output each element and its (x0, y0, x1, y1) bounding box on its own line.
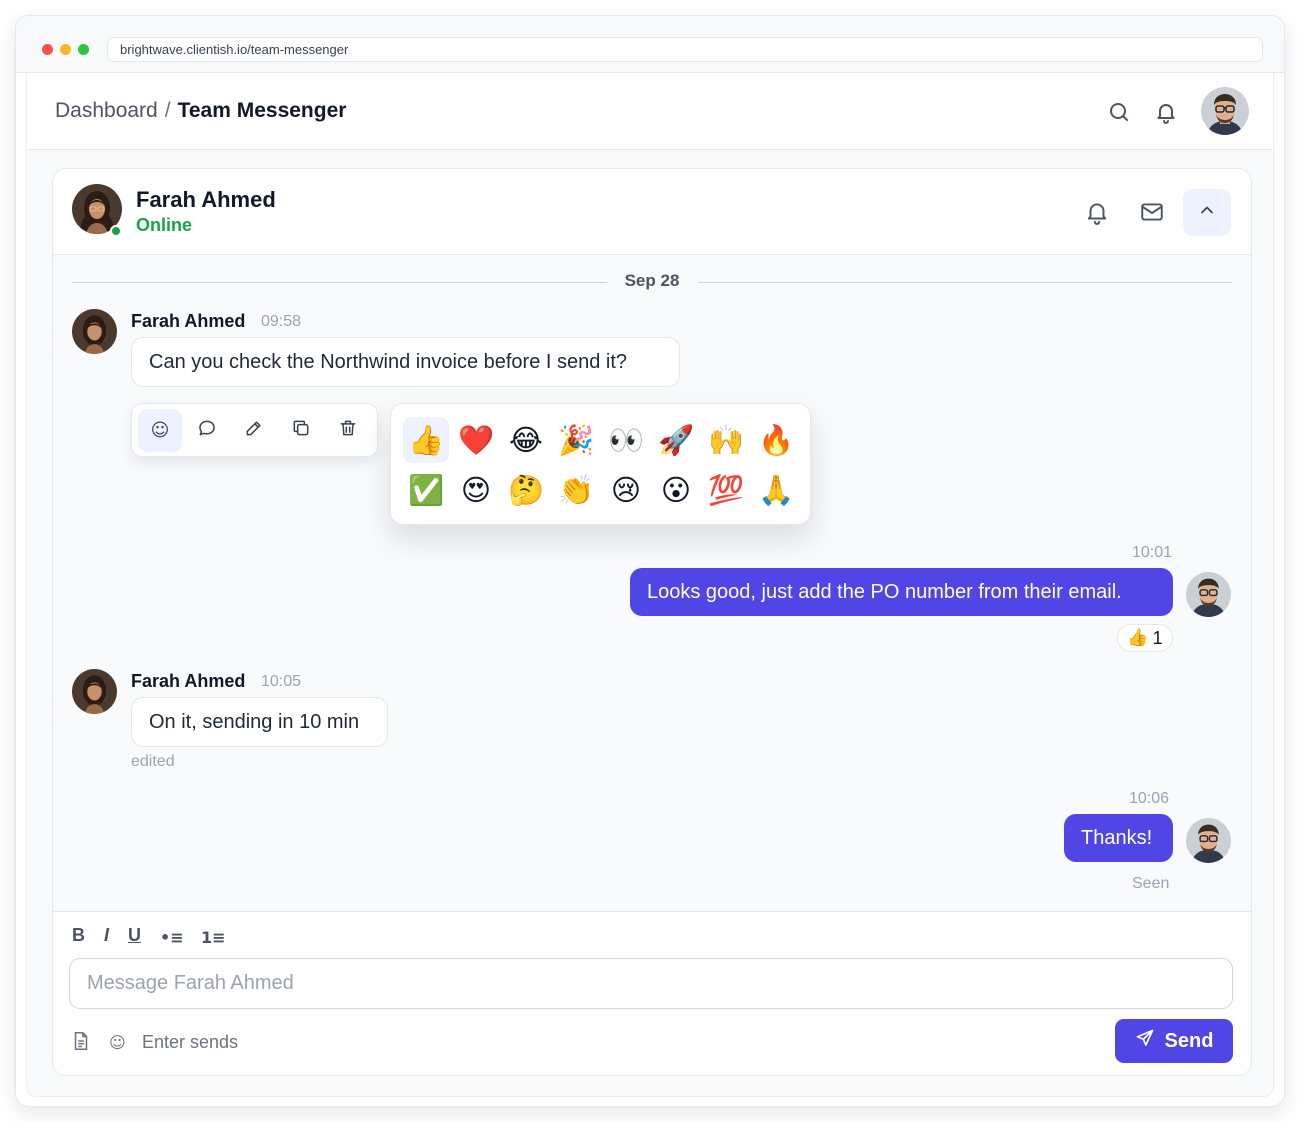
reaction-count: 1 (1152, 627, 1163, 648)
date-label: Sep 28 (624, 271, 680, 290)
bulleted-list-button[interactable]: •≡ (160, 928, 184, 952)
message-time: 10:01 (1132, 544, 1173, 561)
emoji-option[interactable]: 👏 (553, 467, 599, 513)
top-bar: Dashboard / Team Messenger (27, 73, 1273, 150)
reaction-emoji: 👍 (1127, 628, 1149, 648)
italic-button[interactable]: I (104, 925, 109, 949)
emoji-option[interactable]: ✅ (403, 467, 449, 513)
edit-icon (244, 418, 264, 443)
emoji-option[interactable]: 🎉 (553, 417, 599, 463)
trash-icon (338, 418, 358, 443)
react-button[interactable]: ☺ (138, 409, 182, 452)
emoji-option[interactable]: 🔥 (753, 417, 799, 463)
message-bubble[interactable]: On it, sending in 10 min (131, 697, 388, 747)
contact-status: Online (136, 215, 193, 235)
emoji-option[interactable]: 😍 (453, 467, 499, 513)
breadcrumb: Dashboard / Team Messenger (55, 99, 346, 123)
message-bubble-own[interactable]: Thanks! (1064, 814, 1173, 862)
message-sender: Farah Ahmed (131, 671, 246, 691)
edited-label: edited (131, 753, 175, 770)
emoji-option[interactable]: 😮 (653, 467, 699, 513)
emoji-option[interactable]: 🙏 (753, 467, 799, 513)
divider-line-right (698, 282, 1232, 283)
breadcrumb-separator: / (164, 99, 171, 122)
bold-button[interactable]: B (72, 925, 85, 949)
app-frame: Dashboard / Team Messenger Farah Ahmed Onl… (26, 73, 1274, 1097)
reply-icon (197, 418, 217, 443)
own-avatar[interactable] (1186, 818, 1231, 863)
emoji-option[interactable]: 😂 (503, 417, 549, 463)
enter-sends-hint: Enter sends (142, 1032, 239, 1052)
conversation-header: Farah Ahmed Online (53, 169, 1251, 255)
reply-button[interactable] (185, 409, 229, 452)
maximize-window-dot[interactable] (78, 44, 89, 55)
edit-button[interactable] (232, 409, 276, 452)
message-time: 10:06 (1129, 790, 1170, 807)
send-button[interactable]: Send (1115, 1019, 1233, 1063)
copy-icon (291, 418, 311, 443)
attach-file-icon[interactable] (70, 1030, 92, 1057)
message-input[interactable] (69, 958, 1233, 1009)
own-avatar[interactable] (1186, 572, 1231, 617)
chevron-up-icon (1197, 200, 1217, 225)
message-bubble[interactable]: Can you check the Northwind invoice befo… (131, 337, 680, 387)
send-label: Send (1164, 1029, 1214, 1052)
browser-chrome: brightwave.clientish.io/team-messenger (16, 16, 1284, 73)
reaction-pill[interactable]: 👍 1 (1117, 624, 1173, 652)
mail-icon[interactable] (1139, 199, 1165, 225)
emoji-picker: 👍 ❤️ 😂 🎉 👀 🚀 🙌 🔥 ✅ 😍 🤔 👏 😢 😮 💯 🙏 (390, 403, 811, 525)
user-avatar[interactable] (1201, 87, 1249, 135)
message-actions-toolbar: ☺ (131, 403, 378, 457)
address-bar[interactable]: brightwave.clientish.io/team-messenger (107, 37, 1263, 62)
message-time: 10:05 (261, 673, 302, 690)
emoji-option[interactable]: 👍 (403, 417, 449, 463)
emoji-option[interactable]: 🚀 (653, 417, 699, 463)
sender-avatar[interactable] (72, 669, 117, 714)
breadcrumb-dashboard[interactable]: Dashboard (55, 99, 158, 122)
browser-window: brightwave.clientish.io/team-messenger D… (15, 15, 1285, 1107)
bell-icon[interactable] (1084, 199, 1110, 225)
numbered-list-button[interactable]: 1≡ (201, 928, 226, 952)
contact-name: Farah Ahmed (136, 187, 276, 212)
message-time: 09:58 (261, 313, 302, 330)
sender-avatar[interactable] (72, 309, 117, 354)
emoji-option[interactable]: 🤔 (503, 467, 549, 513)
smiley-icon: ☺ (150, 420, 170, 441)
search-icon[interactable] (1107, 100, 1131, 124)
minimize-window-dot[interactable] (60, 44, 71, 55)
emoji-icon[interactable]: ☺ (109, 1033, 126, 1052)
date-divider: Sep 28 (72, 271, 1232, 293)
bell-icon[interactable] (1154, 100, 1178, 124)
delete-button[interactable] (326, 409, 370, 452)
copy-button[interactable] (279, 409, 323, 452)
emoji-option[interactable]: 👀 (603, 417, 649, 463)
emoji-option[interactable]: 💯 (703, 467, 749, 513)
message-bubble-own[interactable]: Looks good, just add the PO number from … (630, 568, 1173, 616)
emoji-option[interactable]: 🙌 (703, 417, 749, 463)
breadcrumb-current: Team Messenger (177, 99, 347, 122)
collapse-button[interactable] (1183, 189, 1231, 236)
composer: B I U •≡ 1≡ ☺ Enter sends Send (53, 911, 1251, 1075)
close-window-dot[interactable] (42, 44, 53, 55)
online-indicator (110, 225, 122, 237)
conversation-panel: Farah Ahmed Online Sep 28 Farah Ahmed 09… (52, 168, 1252, 1076)
message-sender: Farah Ahmed (131, 311, 246, 331)
send-icon (1135, 1028, 1155, 1054)
seen-status: Seen (1132, 875, 1170, 892)
underline-button[interactable]: U (128, 925, 141, 949)
emoji-option[interactable]: 😢 (603, 467, 649, 513)
emoji-option[interactable]: ❤️ (453, 417, 499, 463)
